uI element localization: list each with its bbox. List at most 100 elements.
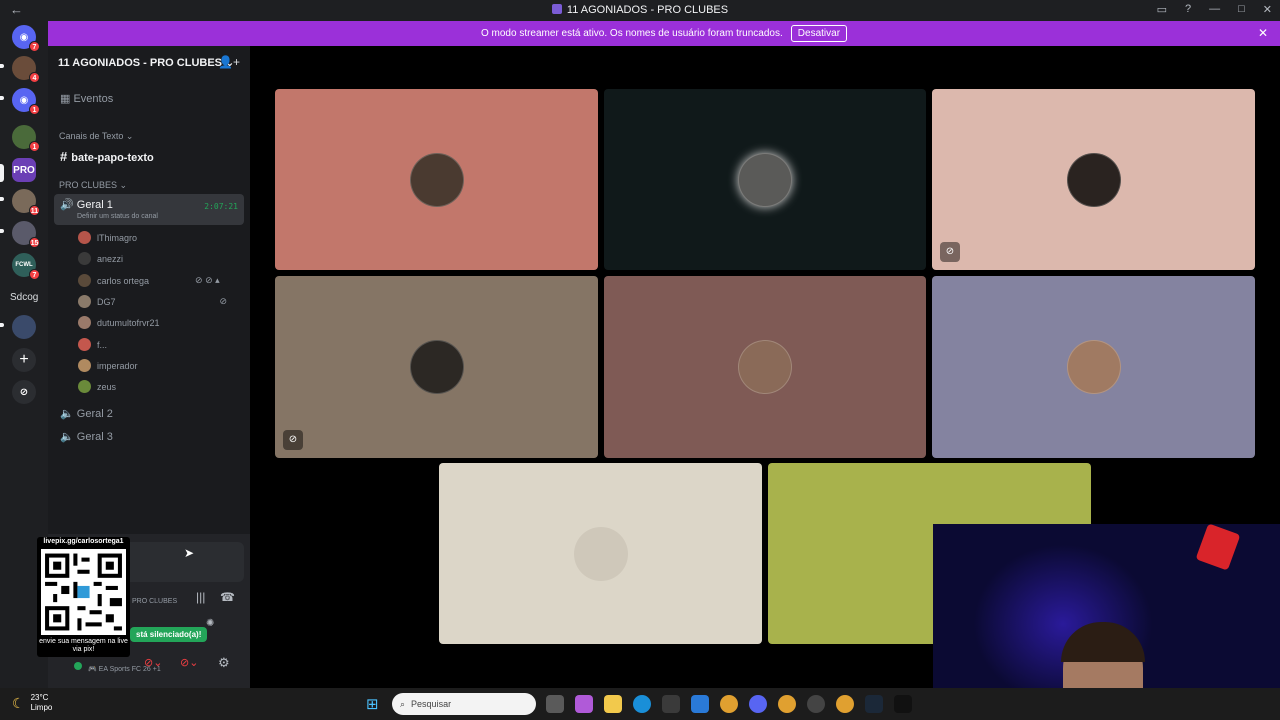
- inbox-icon[interactable]: ▭: [1157, 3, 1167, 16]
- avatar: [78, 359, 91, 372]
- unread-pill: [0, 197, 4, 201]
- add-member-icon[interactable]: 👤+: [218, 55, 240, 69]
- channel-label: bate-papo-texto: [71, 152, 154, 164]
- voice-member[interactable]: f...: [78, 338, 107, 351]
- events-item[interactable]: ▦ Eventos: [60, 92, 113, 105]
- add-server-icon[interactable]: +: [12, 348, 36, 372]
- member-name: imperador: [97, 360, 138, 371]
- server-icon[interactable]: FCWL 7: [12, 253, 40, 280]
- server-icon[interactable]: 15: [12, 221, 40, 248]
- chrome-icon[interactable]: [778, 695, 796, 713]
- minimize-button[interactable]: —: [1209, 3, 1220, 16]
- avatar: [78, 274, 91, 287]
- participant-avatar: [409, 340, 464, 394]
- participant-tile[interactable]: [439, 463, 762, 644]
- server-name-header[interactable]: 11 AGONIADOS - PRO CLUBES ⌄: [58, 56, 234, 69]
- taskbar-search[interactable]: ⌕ Pesquisar: [392, 693, 536, 715]
- voice-member[interactable]: anezzi: [78, 252, 123, 265]
- channel-bate-papo[interactable]: # bate-papo-texto: [60, 149, 154, 164]
- banner-text: O modo streamer está ativo. Os nomes de …: [480, 28, 783, 39]
- voice-member[interactable]: carlos ortega ⊘ ⊘ ▴: [78, 274, 220, 287]
- voice-member[interactable]: zeus: [78, 380, 116, 393]
- explore-icon[interactable]: ⊘: [12, 380, 36, 404]
- voice-channel-geral-2[interactable]: 🔈 Geral 2: [60, 407, 113, 420]
- unread-pill: [0, 64, 4, 68]
- chrome-icon[interactable]: [720, 695, 738, 713]
- voice-member[interactable]: dutumultofrvr21: [78, 316, 160, 329]
- speaker-icon: 🔈: [60, 431, 74, 443]
- maximize-button[interactable]: □: [1238, 3, 1245, 16]
- voice-member[interactable]: imperador: [78, 359, 138, 372]
- mic-muted-icon: ⊘ ⊘ ▴: [195, 275, 220, 285]
- weather-widget[interactable]: ☾ 23°C Limpo: [12, 693, 52, 713]
- qr-url: livepix.gg/carlosortega1: [43, 538, 124, 545]
- steam-icon[interactable]: [865, 695, 883, 713]
- help-icon[interactable]: ?: [1185, 3, 1191, 16]
- task-view-icon[interactable]: [546, 695, 564, 713]
- server-badge: 4: [29, 72, 40, 83]
- voice-channel-geral-3[interactable]: 🔈 Geral 3: [60, 430, 113, 443]
- copilot-icon[interactable]: [575, 695, 593, 713]
- participant-tile[interactable]: ⊘: [275, 276, 598, 458]
- server-text-icon[interactable]: Sdcog: [10, 292, 38, 303]
- disconnect-icon[interactable]: ☎: [220, 590, 235, 604]
- server-name: 11 AGONIADOS - PRO CLUBES: [58, 57, 223, 69]
- participant-tile[interactable]: [604, 276, 926, 458]
- member-name: anezzi: [97, 253, 124, 264]
- server-icon[interactable]: ◉ 1: [12, 88, 40, 115]
- disable-streamer-button[interactable]: Desativar: [790, 25, 848, 42]
- participant-tile[interactable]: [604, 89, 926, 270]
- text-category-label: Canais de Texto: [59, 131, 124, 141]
- avatar: [78, 295, 91, 308]
- server-badge: 7: [29, 269, 40, 280]
- participant-tile[interactable]: [275, 89, 598, 270]
- server-icon[interactable]: 1: [12, 125, 40, 152]
- file-explorer-icon[interactable]: [604, 695, 622, 713]
- channel-status[interactable]: Definir um status do canal: [77, 213, 158, 220]
- server-icon[interactable]: 11: [12, 189, 40, 216]
- text-category[interactable]: Canais de Texto ⌄: [59, 131, 133, 142]
- voice-category[interactable]: PRO CLUBES ⌄: [59, 180, 127, 191]
- close-banner-icon[interactable]: ✕: [1258, 26, 1268, 40]
- member-name: lThimagro: [97, 232, 138, 243]
- server-badge: 15: [29, 237, 40, 248]
- ea-fc-icon[interactable]: [894, 695, 912, 713]
- unread-pill: [0, 229, 4, 233]
- mouse-cursor-icon: ➤: [184, 546, 195, 560]
- server-icon-selected[interactable]: PRO: [12, 158, 36, 182]
- chrome-icon[interactable]: [836, 695, 854, 713]
- server-icon[interactable]: 4: [12, 56, 40, 83]
- unread-pill: [0, 323, 4, 327]
- temperature: 23°C: [30, 693, 49, 702]
- voice-member[interactable]: DG7 ⊘: [78, 295, 227, 308]
- windows-start-icon[interactable]: ⊞: [366, 695, 379, 713]
- mail-icon[interactable]: [691, 695, 709, 713]
- server-icon[interactable]: [12, 315, 36, 339]
- discord-home-icon[interactable]: ◉ 7: [12, 25, 40, 52]
- activity-icon[interactable]: ✺: [206, 618, 214, 629]
- weather-condition: Limpo: [30, 703, 53, 712]
- store-icon[interactable]: [662, 695, 680, 713]
- status-dot: [74, 662, 82, 670]
- settings-gear-icon[interactable]: ⚙: [218, 655, 230, 671]
- voice-channel-label: PRO CLUBES: [132, 598, 178, 605]
- active-channel-name: Geral 1: [76, 199, 113, 211]
- server-logo-icon: [551, 4, 562, 14]
- events-label: Eventos: [73, 93, 114, 105]
- close-button[interactable]: ✕: [1263, 3, 1272, 16]
- voice-member[interactable]: lThimagro: [78, 231, 137, 244]
- participant-avatar: [409, 152, 464, 207]
- noise-suppression-icon[interactable]: |||: [196, 590, 205, 604]
- mic-muted-button[interactable]: ⊘⌄: [144, 656, 162, 669]
- deafened-icon: ⊘: [940, 242, 960, 262]
- deafen-button[interactable]: ⊘⌄: [180, 656, 198, 669]
- discord-taskbar-icon[interactable]: [749, 695, 767, 713]
- hash-icon: #: [60, 149, 68, 164]
- participant-tile[interactable]: [932, 276, 1255, 458]
- speaker-icon: 🔈: [60, 408, 74, 420]
- participant-tile[interactable]: ⊘: [932, 89, 1255, 270]
- speaker-icon: 🔊: [60, 199, 74, 211]
- search-placeholder: Pesquisar: [411, 699, 452, 709]
- edge-icon[interactable]: [633, 695, 651, 713]
- app-icon[interactable]: [807, 695, 825, 713]
